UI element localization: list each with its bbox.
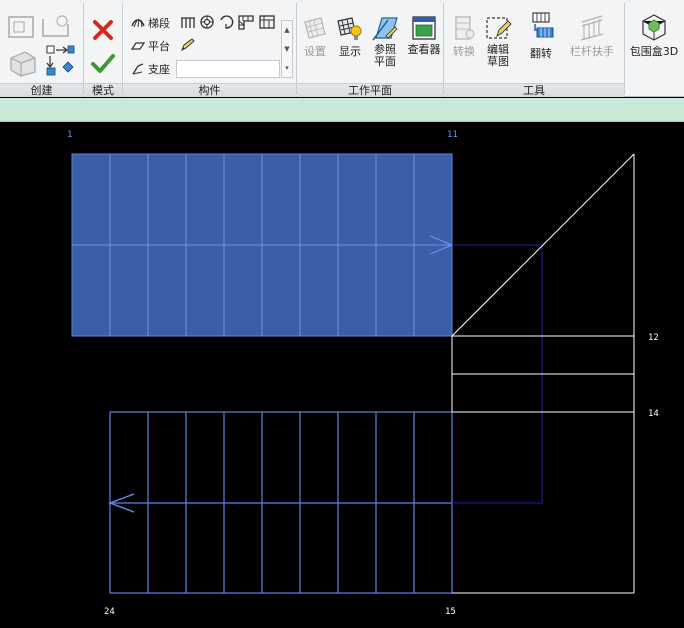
landing-tool-label: 平台 <box>148 40 170 53</box>
panel-label-components: 构件 <box>123 83 296 97</box>
ribbon: 创建 模式 梯段 平台 支座 ▲ ▼ ▾ 构件 设置 显示 参照 平面 查看器 … <box>0 0 684 97</box>
reference-plane-icon <box>372 17 398 41</box>
support-tool[interactable]: 支座 <box>130 60 170 78</box>
center-ends-spiral-button[interactable] <box>217 14 235 30</box>
convert-icon <box>455 16 475 40</box>
straight-run-button[interactable] <box>179 14 197 30</box>
panel-label-workplane: 工作平面 <box>297 83 443 97</box>
u-winder-button[interactable] <box>258 14 276 30</box>
create-tool-2[interactable] <box>40 14 72 40</box>
u-winder-icon <box>259 15 275 29</box>
finish-edit-button[interactable] <box>89 52 117 74</box>
l-winder-icon <box>238 15 254 30</box>
pencil-icon <box>181 38 195 52</box>
set-workplane-button[interactable]: 设置 <box>299 16 331 58</box>
landing-icon <box>130 42 146 50</box>
panel-create: 创建 <box>0 0 83 97</box>
reference-plane-label-2: 平面 <box>374 55 396 68</box>
show-workplane-label: 显示 <box>339 45 361 58</box>
l-winder-button[interactable] <box>237 14 255 30</box>
section-box-3d-icon <box>642 14 666 41</box>
create-tool-3[interactable] <box>7 48 39 78</box>
scroll-down-icon[interactable]: ▼ <box>282 40 292 59</box>
grid-lightbulb-icon <box>337 17 362 40</box>
show-workplane-button[interactable]: 显示 <box>335 16 365 58</box>
vertex-label-12: 12 <box>648 333 659 343</box>
vertex-label-15: 15 <box>445 607 456 617</box>
flip-button[interactable]: 翻转 <box>524 10 558 60</box>
panel-mode: 模式 <box>84 0 122 97</box>
spiral-partial-icon <box>220 15 234 29</box>
support-tool-label: 支座 <box>148 63 170 76</box>
drawing-canvas[interactable]: 1 11 12 14 15 24 <box>0 123 684 628</box>
gallery-scrollbar[interactable]: ▲ ▼ ▾ <box>281 20 293 78</box>
cancel-edit-button[interactable] <box>89 18 117 42</box>
grid-plane-icon <box>304 17 326 39</box>
set-workplane-label: 设置 <box>304 45 326 58</box>
component-gallery[interactable] <box>176 60 280 78</box>
edit-sketch-button[interactable]: 编辑 草图 <box>482 14 514 68</box>
vertex-label-14: 14 <box>648 409 659 419</box>
spiral-run-button[interactable] <box>198 14 216 30</box>
panel-components: 梯段 平台 支座 ▲ ▼ ▾ 构件 <box>123 0 296 97</box>
create-tool-4[interactable] <box>44 44 76 78</box>
panel-tools: 转换 编辑 草图 翻转 栏杆扶手 工具 <box>444 0 624 97</box>
pick-lines-icon <box>46 45 75 76</box>
railing-button[interactable]: 栏杆扶手 <box>566 14 618 58</box>
sketch-run-button[interactable] <box>179 37 197 53</box>
landing-tool[interactable]: 平台 <box>130 37 170 55</box>
create-sketch-curve-icon <box>42 15 69 37</box>
options-bar <box>0 98 684 122</box>
edit-sketch-icon <box>486 17 512 39</box>
edit-sketch-label-2: 草图 <box>487 55 509 68</box>
create-extrusion-icon <box>10 51 36 77</box>
straight-run-icon <box>181 17 195 28</box>
railing-label: 栏杆扶手 <box>570 45 614 58</box>
run-tool[interactable]: 梯段 <box>130 14 170 32</box>
cancel-x-icon <box>93 20 113 40</box>
panel-label-tools: 工具 <box>444 83 624 97</box>
expand-gallery-icon[interactable]: ▾ <box>282 59 292 78</box>
create-tool-1[interactable] <box>7 14 37 40</box>
vertex-label-11: 11 <box>447 130 458 140</box>
section-box-3d-button[interactable]: 包围盒3D <box>625 12 683 58</box>
viewer-label: 查看器 <box>407 43 441 56</box>
convert-button[interactable]: 转换 <box>448 14 480 58</box>
vertex-label-24: 24 <box>104 607 115 617</box>
viewer-button[interactable]: 查看器 <box>405 14 443 56</box>
run-tool-label: 梯段 <box>148 17 170 30</box>
panel-label-create: 创建 <box>0 83 83 97</box>
flip-icon <box>532 12 554 38</box>
scroll-up-icon[interactable]: ▲ <box>282 21 292 40</box>
panel-label-mode: 模式 <box>84 83 122 97</box>
stair-run-icon <box>131 18 145 28</box>
panel-workplane: 设置 显示 参照 平面 查看器 工作平面 <box>297 0 443 97</box>
section-box-3d-label: 包围盒3D <box>629 45 679 58</box>
convert-label: 转换 <box>453 45 475 58</box>
railing-icon <box>580 15 604 41</box>
support-icon <box>132 63 144 75</box>
panel-section-box: 包围盒3D <box>625 0 684 97</box>
checkmark-icon <box>91 54 115 73</box>
flip-label: 翻转 <box>530 47 552 60</box>
reference-plane-button[interactable]: 参照 平面 <box>369 14 401 68</box>
vertex-label-1: 1 <box>67 130 72 140</box>
viewer-window-icon <box>412 16 436 40</box>
spiral-full-icon <box>200 15 214 29</box>
create-sketch-icon <box>8 16 34 38</box>
